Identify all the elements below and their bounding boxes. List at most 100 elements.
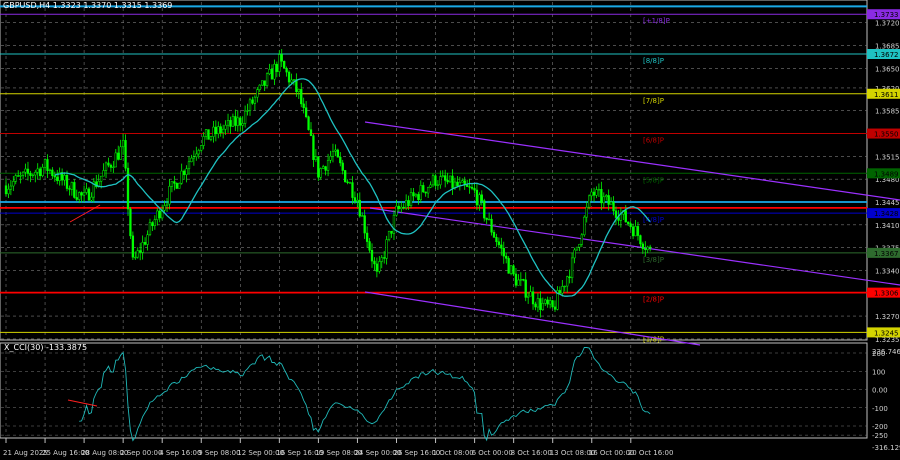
candle-body [124,140,127,169]
candle-body [375,263,379,272]
candle-body [36,168,39,173]
candle-body [475,189,479,206]
candle-body [258,84,261,90]
murrey-level-label: [2/8]P [643,296,664,304]
candle-body [200,145,203,151]
candle-body [561,286,564,294]
candle-body [527,295,530,298]
candle-body [251,99,254,104]
candle-body [558,290,562,294]
candle-body [12,181,15,187]
candle-body [114,152,117,168]
murrey-level-label: [8/8]P [643,57,664,65]
candle-body [334,149,337,152]
candle-body [468,186,471,188]
candle-body [246,110,249,112]
candle-body [436,184,440,186]
candle-body [148,222,152,235]
candle-body [566,276,569,287]
candle-body [629,223,632,228]
candle-body [231,116,235,127]
candle-body [597,189,601,191]
cci-axis-label: 0.00 [872,387,888,395]
candle-body [80,192,83,196]
candle-body [612,201,615,212]
candle-body [519,279,522,281]
price-axis-label: 1.3650 [875,65,900,73]
candle-body [368,241,371,251]
candle-body [439,176,442,186]
candle-body [392,214,396,234]
candle-body [202,136,205,146]
cci-axis-label: 200 [872,350,885,358]
candle-body [397,205,400,210]
candle-body [68,188,71,190]
candle-body [605,195,608,198]
candle-body [178,182,181,189]
price-tag-value: 1.3306 [874,290,899,298]
candle-body [470,186,474,189]
candle-body [383,257,386,259]
candle-body [424,191,427,194]
candle-body [480,194,483,201]
candle-body [265,73,269,86]
candle-body [580,234,583,245]
candle-body [121,140,125,148]
candle-body [165,203,169,206]
candle-body [129,208,132,237]
candle-body [609,201,613,205]
chart-title: GBPUSD,H4 1.3323 1.3370 1.3315 1.3369 [3,1,173,10]
candle-body [509,265,513,274]
candle-body [9,185,13,190]
candle-body [546,299,549,305]
candle-body [287,71,291,83]
candle-body [112,166,115,169]
candle-body [451,175,454,189]
candle-body [270,69,274,80]
candle-body [541,302,544,310]
candle-body [385,239,388,259]
candle-body [585,206,588,218]
candle-body [378,261,381,272]
candle-body [402,206,405,209]
candle-body [422,185,425,193]
candle-body [204,129,208,137]
candle-body [517,279,520,286]
price-tag-value: 1.3428 [874,210,899,218]
candle-body [275,63,278,72]
candle-body [344,170,347,183]
candle-body [29,173,32,176]
time-axis-label: 1 Oct 08:00 [433,449,474,457]
candle-body [139,250,142,253]
candle-body [253,96,257,104]
candle-body [641,243,644,249]
candle-body [478,194,481,206]
candle-body [636,226,640,236]
candle-body [82,192,86,196]
candle-body [31,174,34,177]
candle-body [434,175,437,186]
candle-body [373,260,376,265]
candle-body [153,219,156,227]
candle-body [490,218,493,233]
candle-body [119,146,122,160]
trading-chart[interactable]: 21 Aug 202525 Aug 16:0028 Aug 08:002 Sep… [0,0,900,460]
candle-body [219,126,222,134]
candle-body [175,183,178,189]
candle-body [151,222,154,227]
candle-body [522,279,525,281]
candle-body [107,162,110,166]
candle-body [229,120,232,127]
candle-body [256,89,259,98]
time-axis-label: 2 Sep 00:00 [120,449,162,457]
candle-body [173,181,176,184]
candle-body [570,257,574,279]
candle-body [380,257,383,262]
candle-body [63,175,66,181]
candle-body [409,192,413,206]
candle-body [197,150,200,155]
candle-body [319,168,322,178]
candle-body [292,79,296,81]
candle-body [268,69,271,75]
candle-body [248,99,252,111]
